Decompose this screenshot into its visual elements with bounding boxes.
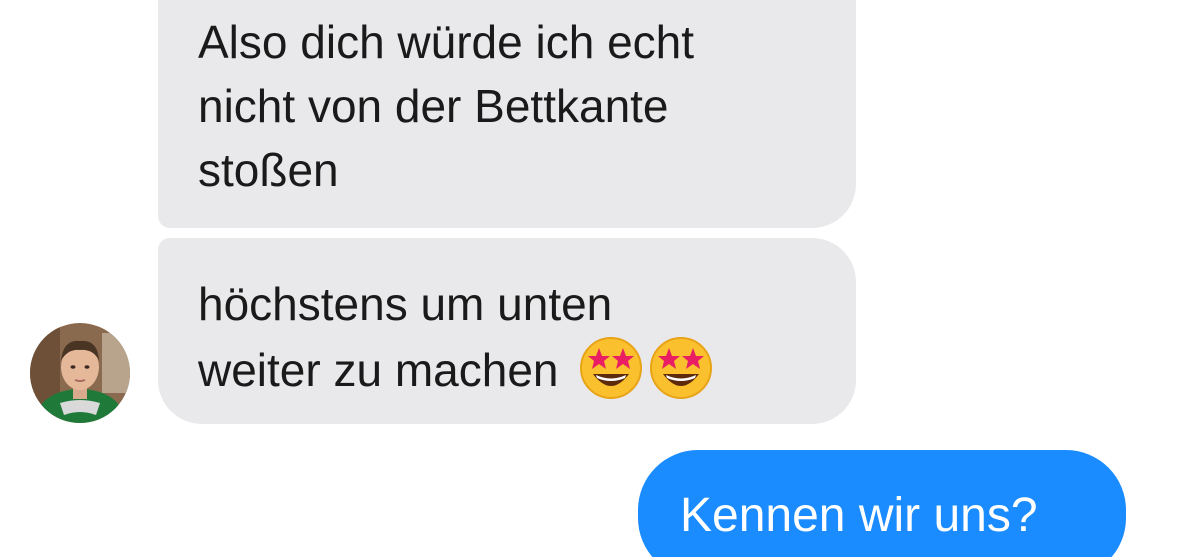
message-text-line-with-emoji: weiter zu machen	[198, 336, 816, 402]
star-struck-emoji-icon	[579, 337, 642, 399]
message-text-line: Also dich würde ich echt	[198, 16, 695, 68]
message-text-line: höchstens um unten	[198, 278, 613, 330]
star-struck-emoji-icon	[649, 337, 712, 399]
incoming-message-bubble[interactable]: höchstens um unten weiter zu machen	[158, 238, 856, 424]
message-text: Kennen wir uns?	[680, 489, 1038, 542]
message-text-line: nicht von der Bettkante	[198, 80, 669, 132]
contact-avatar[interactable]	[30, 323, 130, 423]
message-text: weiter zu machen	[198, 344, 559, 396]
chat-thread: Also dich würde ich echt nicht von der B…	[0, 0, 1200, 557]
person-photo-avatar-icon	[30, 323, 130, 423]
incoming-message-bubble[interactable]: Also dich würde ich echt nicht von der B…	[158, 0, 856, 228]
outgoing-message-bubble[interactable]: Kennen wir uns?	[638, 450, 1126, 557]
message-text-line: stoßen	[198, 144, 339, 196]
